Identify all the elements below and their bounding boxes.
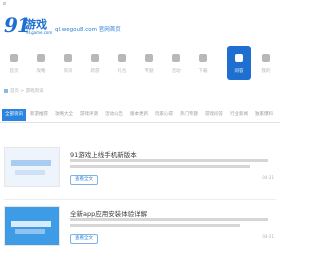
home-icon (8, 52, 20, 64)
divider (4, 199, 276, 200)
nav-item-topics[interactable]: 专题 (137, 46, 161, 80)
tab-item[interactable]: 新游推荐 (27, 109, 51, 121)
gift-icon (116, 52, 128, 64)
flag-icon (170, 52, 182, 64)
article-summary-line (70, 218, 268, 221)
home-icon (4, 88, 8, 93)
nav-item-download[interactable]: 下载 (191, 46, 215, 80)
user-icon (260, 52, 272, 64)
article-date: 04-21 (262, 234, 274, 239)
main-nav: 首页 攻略 资讯 新游 礼包 专题 活动 下载 问答 我的 (0, 46, 280, 82)
article-item[interactable]: 全新app应用安装体验详解 查看全文 04-21 (4, 206, 276, 254)
article-summary-line (70, 224, 240, 227)
game-icon (89, 52, 101, 64)
read-more-button[interactable]: 查看全文 (70, 175, 98, 185)
nav-label: 首页 (9, 69, 19, 74)
nav-label: 下载 (198, 69, 208, 74)
tab-item[interactable]: 版本更新 (127, 109, 151, 121)
news-icon (62, 52, 74, 64)
question-icon (233, 52, 245, 64)
nav-label: 我的 (261, 69, 271, 74)
nav-item-me[interactable]: 我的 (254, 46, 278, 80)
nav-item-news[interactable]: 资讯 (56, 46, 80, 80)
article-summary-line (70, 165, 250, 168)
nav-item-gifts[interactable]: 礼包 (110, 46, 134, 80)
header: 91 游戏 91game.com ql.wegou8.com 官网首页 (0, 6, 280, 42)
tab-item[interactable]: 独家爆料 (252, 109, 276, 121)
tab-all[interactable]: 全部资讯 (2, 109, 26, 121)
category-tabs: 全部资讯 新游推荐 攻略大全 游戏评测 活动公告 版本更新 玩家心得 热门专题 … (0, 107, 280, 123)
nav-label: 新游 (90, 69, 100, 74)
tab-item[interactable]: 游戏问答 (202, 109, 226, 121)
site-logo[interactable]: 91 游戏 91game.com (4, 13, 53, 40)
favicon (3, 2, 6, 5)
tab-item[interactable]: 热门专题 (177, 109, 201, 121)
breadcrumb: 首页 > 游戏资讯 (4, 88, 44, 94)
nav-label: 问答 (234, 69, 244, 74)
book-icon (35, 52, 47, 64)
nav-label: 攻略 (36, 69, 46, 74)
nav-item-events[interactable]: 活动 (164, 46, 188, 80)
tab-item[interactable]: 玩家心得 (152, 109, 176, 121)
tab-item[interactable]: 攻略大全 (52, 109, 76, 121)
nav-item-qa[interactable]: 问答 (227, 46, 251, 80)
article-title[interactable]: 全新app应用安装体验详解 (70, 208, 147, 218)
nav-item-guides[interactable]: 攻略 (29, 46, 53, 80)
tab-item[interactable]: 游戏评测 (77, 109, 101, 121)
tab-item[interactable]: 活动公告 (102, 109, 126, 121)
topic-icon (143, 52, 155, 64)
download-icon (197, 52, 209, 64)
nav-label: 礼包 (117, 69, 127, 74)
article-title[interactable]: 91游戏上线手机新版本 (70, 149, 137, 159)
site-slogan: ql.wegou8.com 官网首页 (55, 27, 121, 33)
nav-label: 活动 (171, 69, 181, 74)
logo-domain: 91game.com (26, 30, 53, 35)
article-date: 04-21 (262, 175, 274, 180)
article-thumbnail[interactable] (4, 147, 60, 187)
tab-item[interactable]: 行业新闻 (227, 109, 251, 121)
article-summary-line (70, 159, 268, 162)
breadcrumb-text[interactable]: 首页 > 游戏资讯 (10, 89, 44, 94)
nav-item-home[interactable]: 首页 (2, 46, 26, 80)
article-thumbnail[interactable] (4, 206, 60, 246)
nav-item-new-games[interactable]: 新游 (83, 46, 107, 80)
read-more-button[interactable]: 查看全文 (70, 234, 98, 244)
article-item[interactable]: 91游戏上线手机新版本 查看全文 04-21 (4, 147, 276, 195)
nav-label: 专题 (144, 69, 154, 74)
nav-label: 资讯 (63, 69, 73, 74)
